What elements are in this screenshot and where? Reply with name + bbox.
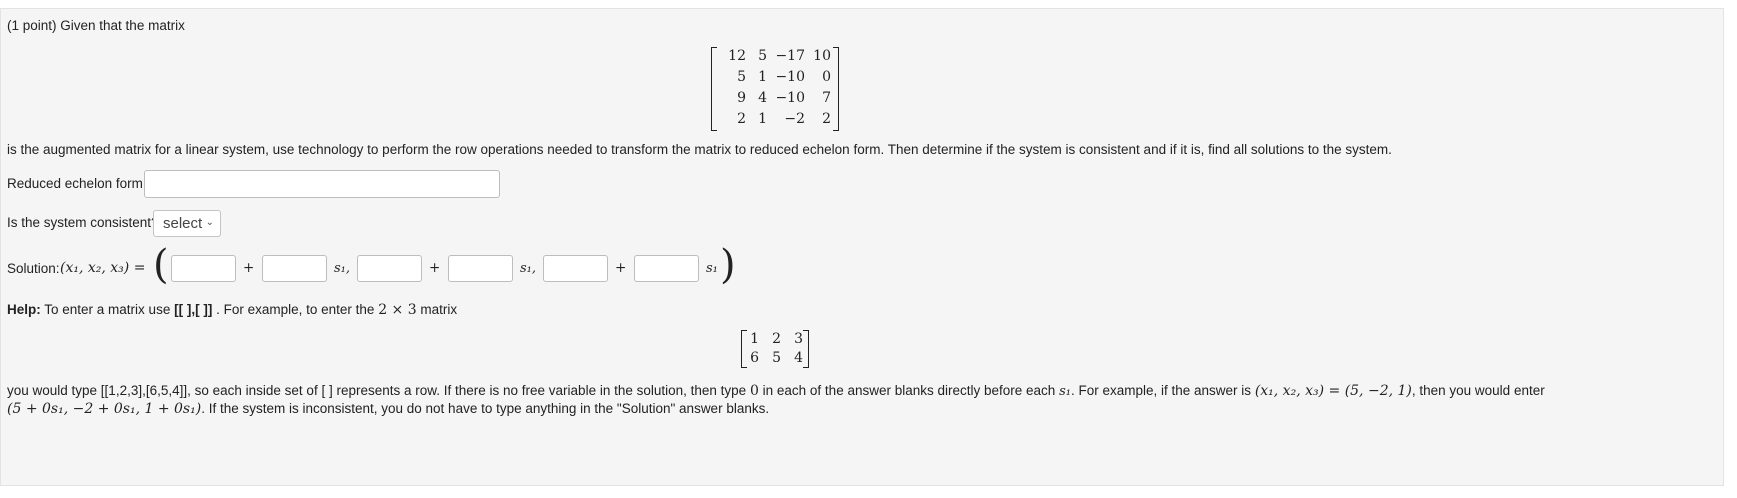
- matrix-cell: 4: [794, 350, 803, 366]
- s1-variable: s₁: [706, 261, 718, 276]
- matrix-right-bracket: [803, 330, 809, 368]
- matrix-cell: 5: [737, 69, 746, 85]
- help-explanation-line1: you would type [[1,2,3],[6,5,4]], so eac…: [7, 383, 1545, 399]
- matrix-right-bracket: [833, 47, 839, 131]
- help-explanation-line2: (5 + 0s₁, −2 + 0s₁, 1 + 0s₁). If the sys…: [7, 401, 770, 417]
- help-text: To enter a matrix use: [44, 302, 171, 317]
- matrix-cell: 1: [758, 111, 767, 127]
- matrix-cell: 1: [750, 331, 759, 347]
- matrix-left-bracket: [741, 330, 747, 368]
- augmented-matrix: 12 5 −17 10 5 1 −10 0 9 4 −10 7 2 1 −2 2: [711, 47, 839, 131]
- matrix-cell: −10: [775, 90, 805, 106]
- instruction-text: is the augmented matrix for a linear sys…: [7, 142, 1392, 157]
- solution-x1-constant-input[interactable]: [171, 255, 236, 282]
- matrix-cell: −17: [775, 48, 805, 64]
- help-text: . For example, to enter the: [216, 302, 375, 317]
- matrix-cell: 2: [737, 111, 746, 127]
- matrix-cell: −10: [775, 69, 805, 85]
- solution-x2-constant-input[interactable]: [357, 255, 422, 282]
- open-paren: (: [153, 242, 169, 288]
- matrix-cell: 10: [813, 48, 831, 64]
- matrix-cell: 0: [822, 69, 831, 85]
- solution-label: Solution:: [7, 261, 60, 276]
- solution-x2-coefficient-input[interactable]: [448, 255, 513, 282]
- plus-sign: +: [243, 260, 255, 276]
- close-paren: ): [720, 242, 736, 288]
- matrix-cell: −2: [784, 111, 805, 127]
- help-line: Help: To enter a matrix use [[ ],[ ]] . …: [7, 302, 457, 318]
- matrix-cell: 5: [758, 48, 767, 64]
- help-syntax: [[ ],[ ]]: [174, 302, 213, 317]
- solution-x1-coefficient-input[interactable]: [262, 255, 327, 282]
- consistent-label: Is the system consistent?: [7, 215, 159, 230]
- plus-sign: +: [429, 260, 441, 276]
- matrix-cell: 6: [750, 350, 759, 366]
- matrix-cell: 2: [772, 331, 781, 347]
- problem-panel: (1 point) Given that the matrix 12 5 −17 10…: [0, 8, 1724, 486]
- matrix-left-bracket: [711, 47, 717, 131]
- matrix-cell: 12: [728, 48, 746, 64]
- matrix-cell: 9: [737, 90, 746, 106]
- consistent-select[interactable]: select ⌄: [153, 210, 221, 237]
- solution-x3-constant-input[interactable]: [543, 255, 608, 282]
- matrix-cell: 3: [794, 331, 803, 347]
- matrix-cell: 1: [758, 69, 767, 85]
- matrix-cell: 5: [772, 350, 781, 366]
- reduced-echelon-label: Reduced echelon form:: [7, 176, 147, 191]
- s1-variable: s₁,: [334, 261, 351, 276]
- consistent-select-value: select: [163, 215, 203, 232]
- matrix-cell: 4: [758, 90, 767, 106]
- chevron-down-icon: ⌄: [205, 217, 214, 228]
- plus-sign: +: [615, 260, 627, 276]
- solution-tuple: (x₁, x₂, x₃) =: [60, 260, 146, 276]
- help-dims: 2 × 3: [378, 302, 417, 318]
- reduced-echelon-input[interactable]: [144, 170, 500, 198]
- help-heading: Help:: [7, 302, 41, 317]
- s1-variable: s₁,: [520, 261, 537, 276]
- solution-x3-coefficient-input[interactable]: [634, 255, 699, 282]
- problem-intro: (1 point) Given that the matrix: [7, 18, 185, 33]
- matrix-cell: 7: [822, 90, 831, 106]
- matrix-cell: 2: [822, 111, 831, 127]
- help-text: matrix: [420, 302, 458, 317]
- example-matrix: 123 654: [741, 330, 809, 368]
